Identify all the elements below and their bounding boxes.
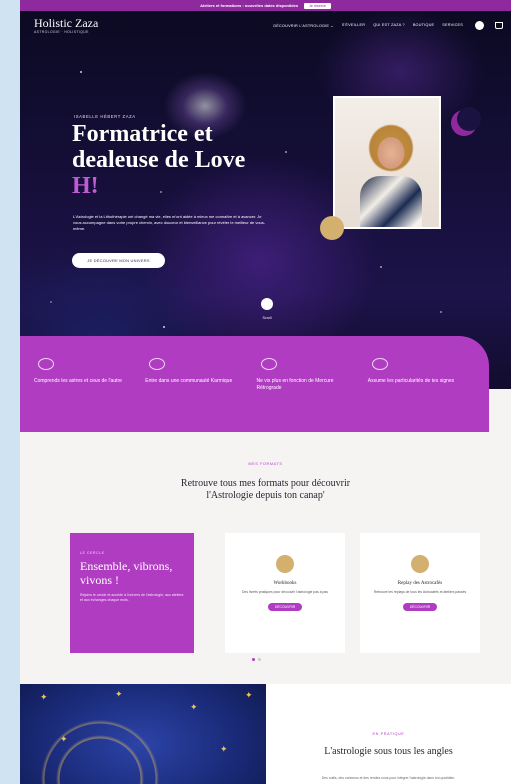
benefit-text: Assume les particularités de tes signes	[367, 378, 455, 384]
planet-icon	[260, 358, 277, 370]
main-nav: Holistic Zaza ASTROLOGIE · HOLISTIQUE DÉ…	[20, 11, 511, 39]
feature-card-desc: Rejoins le cercle et accède à l'univers …	[80, 593, 184, 602]
gold-circle-decoration	[320, 216, 344, 240]
angles-desc: Des outils, des contenus et des rendez-v…	[321, 776, 456, 780]
planet-icon	[371, 358, 388, 370]
headline-line-1: Formatrice et	[72, 121, 213, 147]
nav-link-qui-est-zaza[interactable]: QUI EST ZAZA ?	[373, 23, 405, 27]
format-card-button[interactable]: DÉCOUVRIR	[402, 603, 438, 611]
benefit-text: Entre dans une communauté Karmique	[145, 378, 233, 384]
formats-title-line-2: l'Astrologie depuis ton canap'	[206, 490, 325, 501]
hero-eyebrow: ISABELLE HÉBERT ZAZA	[74, 114, 136, 119]
benefit-item: Entre dans une communauté Karmique	[145, 358, 256, 432]
benefit-item: Assume les particularités de tes signes	[368, 358, 479, 432]
star-icon: ✦	[40, 692, 48, 702]
hero-intro: L'Astrologie et la Lithothérapie ont cha…	[73, 214, 266, 231]
star-icon: ✦	[60, 734, 68, 744]
gold-dot-icon	[276, 555, 294, 573]
carousel-dot-active[interactable]	[252, 658, 255, 661]
angles-section: EN PRATIQUE L'astrologie sous tous les a…	[266, 684, 511, 784]
announcement-button[interactable]: Je réserve	[304, 2, 331, 9]
benefit-item: Ne vis plus en fonction de Mercure Rétro…	[257, 358, 368, 432]
formats-title: Retrouve tous mes formats pour découvrir…	[20, 478, 511, 502]
benefit-item: Comprends les astres et ceux de l'autre	[34, 358, 145, 432]
hero-cta-button[interactable]: JE DÉCOUVRE MON UNIVERS	[72, 253, 165, 268]
nav-link-services[interactable]: SERVICES	[442, 23, 463, 27]
scroll-label: Scroll	[262, 316, 272, 320]
hero-section: Holistic Zaza ASTROLOGIE · HOLISTIQUE DÉ…	[20, 11, 511, 389]
cart-icon[interactable]	[495, 21, 503, 29]
format-card-name: Replay des Astrocafés	[397, 581, 443, 586]
logo-text: Holistic Zaza	[34, 15, 99, 30]
star-icon: ✦	[115, 689, 123, 699]
logo-tagline: ASTROLOGIE · HOLISTIQUE	[34, 29, 89, 34]
portrait-shirt	[360, 176, 422, 227]
announcement-bar: Ateliers et formations : nouvelles dates…	[20, 0, 511, 11]
nav-links: DÉCOUVRIR L'ASTROLOGIE ⌄ S'ÉVEILLER QUI …	[273, 20, 503, 30]
planet-icon	[38, 358, 54, 370]
benefit-text: Comprends les astres et ceux de l'autre	[34, 378, 122, 384]
feature-card-title: Ensemble, vibrons, vivons !	[80, 559, 173, 587]
nav-link-boutique[interactable]: BOUTIQUE	[413, 23, 434, 27]
crescent-moon-icon	[451, 107, 481, 136]
nav-link-eveiller[interactable]: S'ÉVEILLER	[342, 23, 365, 27]
benefits-band: Comprends les astres et ceux de l'autre …	[20, 336, 489, 432]
carousel-dot[interactable]	[258, 658, 261, 661]
format-card-name: Workbooks	[273, 581, 297, 586]
scroll-down-button[interactable]	[261, 298, 273, 310]
format-card-workbooks[interactable]: Workbooks Des livrets pratiques pour déc…	[225, 533, 345, 653]
formats-eyebrow: MES FORMATS	[248, 462, 283, 466]
announcement-message: Ateliers et formations : nouvelles dates…	[200, 3, 299, 8]
zodiac-wheel-image: ✦ ✦ ✦ ✦ ✦ ✦	[20, 684, 266, 784]
gold-dot-icon	[411, 555, 429, 573]
formats-title-line-1: Retrouve tous mes formats pour découvrir	[180, 478, 351, 489]
star-icon: ✦	[190, 702, 198, 712]
headline-accent: H!	[72, 173, 99, 199]
hero-headline: Formatrice et dealeuse de Love H!	[72, 121, 322, 199]
carousel-dots	[252, 658, 261, 661]
format-card-replays[interactable]: Replay des Astrocafés Retrouve les repla…	[360, 533, 480, 653]
format-card-desc: Des livrets pratiques pour découvrir l'a…	[241, 590, 329, 594]
feature-card[interactable]: LE CERCLE Ensemble, vibrons, vivons ! Re…	[70, 533, 194, 653]
star-icon: ✦	[245, 690, 253, 700]
page: Ateliers et formations : nouvelles dates…	[20, 0, 511, 784]
benefit-text: Ne vis plus en fonction de Mercure Rétro…	[256, 378, 334, 391]
angles-title: L'astrologie sous tous les angles	[324, 746, 453, 757]
portrait-photo	[333, 96, 441, 229]
feature-card-eyebrow: LE CERCLE	[80, 551, 105, 555]
angles-eyebrow: EN PRATIQUE	[372, 732, 405, 736]
headline-line-2: dealeuse de Love	[72, 147, 246, 173]
format-card-desc: Retrouve les replays de tous les Astroca…	[373, 590, 467, 594]
format-card-button[interactable]: DÉCOUVRIR	[267, 603, 303, 611]
nav-link-astrologie[interactable]: DÉCOUVRIR L'ASTROLOGIE ⌄	[273, 23, 333, 28]
planet-icon	[149, 358, 166, 370]
star-icon: ✦	[220, 744, 228, 754]
logo[interactable]: Holistic Zaza ASTROLOGIE · HOLISTIQUE	[34, 17, 98, 34]
user-icon[interactable]	[475, 20, 484, 30]
